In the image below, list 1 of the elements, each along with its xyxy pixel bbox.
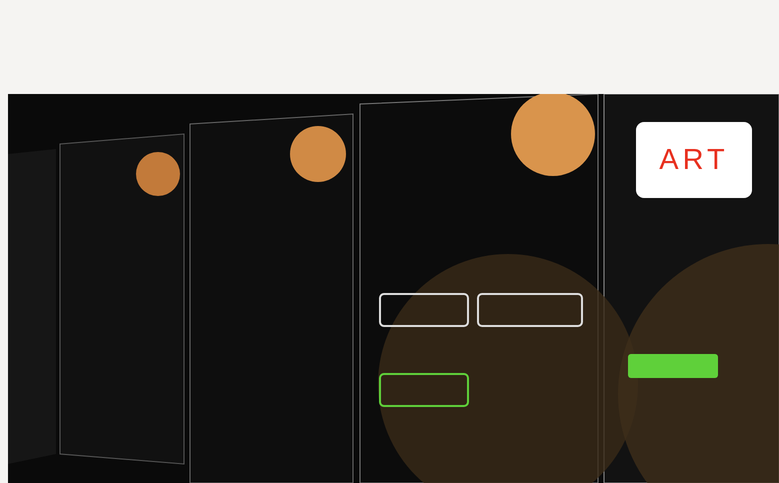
category-badge: ART [636, 122, 752, 198]
